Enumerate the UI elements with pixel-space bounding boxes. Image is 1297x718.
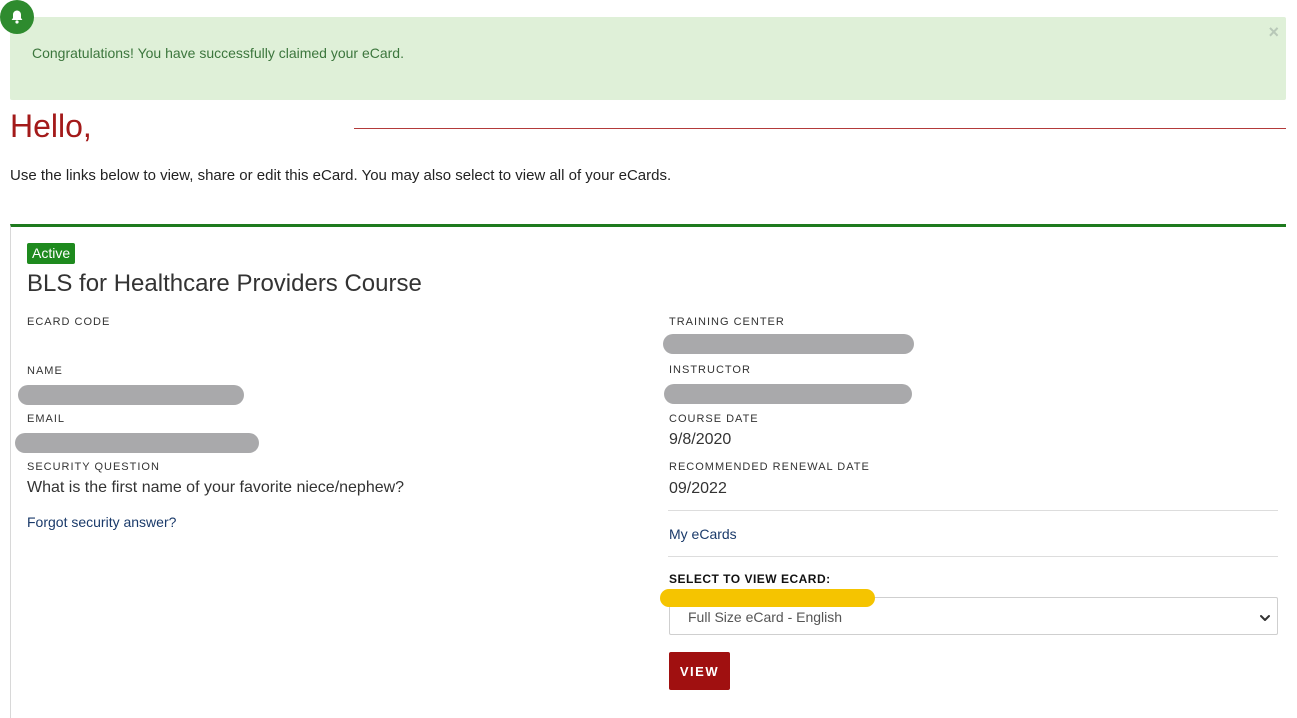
my-ecards-link[interactable]: My eCards: [669, 526, 737, 542]
name-label: NAME: [27, 365, 63, 377]
course-title: BLS for Healthcare Providers Course: [27, 270, 422, 297]
bell-icon: [0, 0, 34, 34]
heading-divider: [354, 128, 1286, 129]
training-center-redacted: [663, 334, 914, 354]
forgot-security-answer-link[interactable]: Forgot security answer?: [27, 514, 176, 530]
security-question-value: What is the first name of your favorite …: [27, 479, 405, 496]
status-badge: Active: [27, 243, 76, 264]
greeting-heading: Hello,: [10, 108, 92, 144]
close-icon[interactable]: ×: [1268, 23, 1279, 41]
instructor-redacted: [664, 384, 912, 404]
email-redacted: [15, 433, 259, 453]
renewal-date-label: RECOMMENDED RENEWAL DATE: [669, 461, 870, 473]
view-button[interactable]: VIEW: [669, 652, 730, 690]
divider: [668, 510, 1278, 511]
security-question-label: SECURITY QUESTION: [27, 461, 160, 473]
training-center-label: TRAINING CENTER: [669, 316, 785, 328]
ecard-code-label: ECARD CODE: [27, 316, 111, 328]
divider: [668, 556, 1278, 557]
intro-text: Use the links below to view, share or ed…: [10, 167, 672, 184]
select-value: Full Size eCard - English: [688, 609, 843, 625]
renewal-date-value: 09/2022: [669, 480, 727, 497]
select-ecard-label: SELECT TO VIEW ECARD:: [669, 572, 831, 586]
highlight-marker: [660, 589, 875, 607]
email-label: EMAIL: [27, 413, 66, 425]
course-date-label: COURSE DATE: [669, 413, 759, 425]
chevron-down-icon: [1259, 611, 1271, 629]
name-redacted: [18, 385, 244, 405]
ecard-panel: [10, 224, 1286, 718]
instructor-label: INSTRUCTOR: [669, 364, 751, 376]
alert-message: Congratulations! You have successfully c…: [32, 45, 404, 61]
success-alert: Congratulations! You have successfully c…: [10, 17, 1286, 100]
course-date-value: 9/8/2020: [669, 431, 732, 448]
